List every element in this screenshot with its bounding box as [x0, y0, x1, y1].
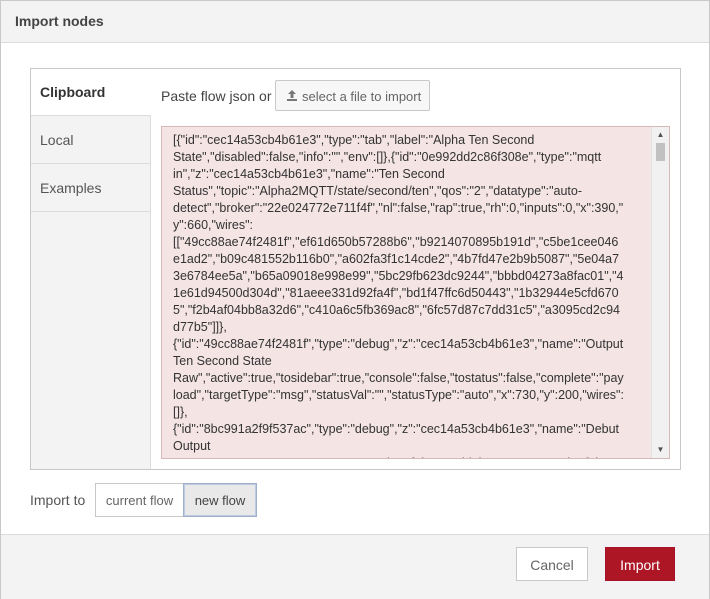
json-line: []}, [173, 405, 188, 419]
import-nodes-dialog: Import nodes Clipboard Local Examples Pa… [0, 0, 710, 599]
json-line: e1ad2","b09c481552b116b0","a602fa3f1c14c… [173, 252, 620, 266]
tab-local[interactable]: Local [31, 117, 150, 164]
flow-json-textarea[interactable]: [{"id":"cec14a53cb4b61e3","type":"tab","… [161, 126, 670, 459]
json-line: 3e6784ee5a","b65a09018e998e99","5bc29fb6… [173, 269, 624, 283]
import-content-panel: Clipboard Local Examples Paste flow json… [30, 68, 681, 470]
json-line: in","z":"cec14a53cb4b61e3","name":"Ten S… [173, 167, 445, 181]
json-line: 1e61d94500d304d","81aeee331d92fa4f","bd1… [173, 286, 619, 300]
dialog-title: Import nodes [15, 13, 104, 29]
scroll-thumb[interactable] [656, 143, 665, 161]
new-flow-button[interactable]: new flow [183, 483, 257, 517]
scroll-up-arrow-icon[interactable]: ▲ [652, 127, 669, 143]
dialog-titlebar: Import nodes [1, 1, 709, 43]
json-line: detect","broker":"22e024772e711f4f","nl"… [173, 201, 624, 215]
json-line: Status","topic":"Alpha2MQTT/state/second… [173, 184, 583, 198]
paste-label: Paste flow json or [161, 88, 272, 104]
dialog-footer: Cancel Import [1, 534, 709, 599]
json-line: Ten Second State [173, 354, 272, 368]
json-line: REG_BATTERY_HOME_R_SOC","active":false,"… [173, 456, 630, 458]
json-line: load","targetType":"msg","statusVal":"",… [173, 388, 624, 402]
json-line: y":660,"wires": [173, 218, 254, 232]
json-line: {"id":"49cc88ae74f2481f","type":"debug",… [173, 337, 624, 351]
json-line: [["49cc88ae74f2481f","ef61d650b57288b6",… [173, 235, 619, 249]
tab-clipboard[interactable]: Clipboard [31, 69, 151, 116]
import-source-tabs: Clipboard Local Examples [31, 69, 151, 469]
json-line: Raw","active":true,"tosidebar":true,"con… [173, 371, 624, 385]
cancel-button[interactable]: Cancel [516, 547, 588, 581]
json-line: d77b5"]]}, [173, 320, 227, 334]
json-line: State","disabled":false,"info":"","env":… [173, 150, 602, 164]
import-to-label: Import to [30, 492, 86, 508]
tab-examples[interactable]: Examples [31, 165, 150, 212]
json-line: 5","f2b4af04bb8a32d6","c410a6c5fb369ac8"… [173, 303, 620, 317]
select-file-button[interactable]: select a file to import [275, 80, 430, 111]
select-file-label: select a file to import [302, 89, 422, 104]
json-scrollbar[interactable]: ▲ ▼ [651, 127, 669, 458]
json-line: {"id":"8bc991a2f9f537ac","type":"debug",… [173, 422, 620, 436]
scroll-down-arrow-icon[interactable]: ▼ [652, 442, 669, 458]
flow-json-text: [{"id":"cec14a53cb4b61e3","type":"tab","… [173, 132, 643, 458]
json-line: Output [173, 439, 211, 453]
upload-icon [287, 90, 297, 101]
import-button[interactable]: Import [605, 547, 675, 581]
json-line: [{"id":"cec14a53cb4b61e3","type":"tab","… [173, 133, 535, 147]
current-flow-button[interactable]: current flow [95, 483, 183, 517]
